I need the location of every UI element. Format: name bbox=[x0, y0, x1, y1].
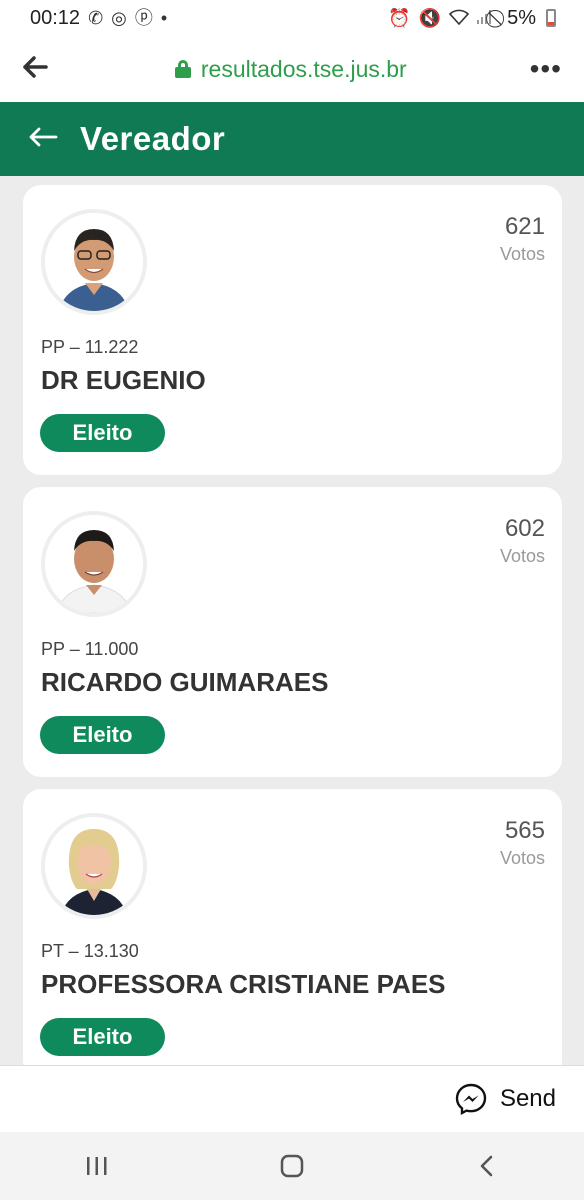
signal-icon bbox=[477, 9, 492, 27]
votes-label: Votos bbox=[499, 244, 545, 264]
home-icon[interactable] bbox=[262, 1146, 322, 1186]
status-right: ⏰ 🔇 ⃠ 5% bbox=[388, 7, 556, 30]
votes-count: 621 bbox=[504, 213, 545, 240]
candidate-name: DR EUGENIO bbox=[41, 365, 206, 395]
candidate-party-number: PT – 13.130 bbox=[41, 941, 139, 961]
back-icon[interactable] bbox=[457, 1146, 517, 1186]
status-badge: Eleito bbox=[40, 1018, 165, 1056]
browser-back-icon[interactable] bbox=[22, 52, 52, 86]
candidate-list: 621 Votos PP – 11.222 DR EUGENIO Eleito … bbox=[23, 185, 562, 1091]
app-icon: ◎ bbox=[111, 8, 127, 28]
status-badge: Eleito bbox=[40, 414, 165, 452]
lock-icon bbox=[174, 60, 191, 78]
browser-url-bar: resultados.tse.jus.br ••• bbox=[0, 36, 584, 102]
send-bar: Send bbox=[0, 1065, 584, 1132]
alarm-icon: ⏰ bbox=[388, 8, 411, 28]
page-title: Vereador bbox=[80, 120, 226, 157]
candidate-party-number: PP – 11.222 bbox=[41, 337, 139, 357]
dot-icon: • bbox=[160, 8, 168, 28]
candidate-photo bbox=[41, 209, 147, 315]
whatsapp-icon: ✆ bbox=[88, 8, 104, 28]
candidate-party-number: PP – 11.000 bbox=[41, 639, 139, 659]
candidate-name: PROFESSORA CRISTIANE PAES bbox=[41, 969, 446, 999]
status-bar: 00:12 ✆ ◎ ⓟ • ⏰ 🔇 ⃠ 5% bbox=[0, 0, 584, 36]
candidate-name: RICARDO GUIMARAES bbox=[41, 667, 329, 697]
candidate-photo bbox=[41, 813, 147, 919]
wifi-icon bbox=[448, 9, 470, 28]
system-nav-bar bbox=[0, 1132, 584, 1200]
battery-percent: 5% bbox=[507, 6, 536, 29]
status-left: 00:12 ✆ ◎ ⓟ • bbox=[30, 7, 167, 30]
url-text[interactable]: resultados.tse.jus.br bbox=[201, 56, 407, 83]
votes-count: 565 bbox=[504, 817, 545, 844]
votes-label: Votos bbox=[499, 848, 545, 868]
candidate-photo bbox=[41, 511, 147, 617]
app-header: Vereador bbox=[0, 102, 584, 176]
messenger-icon[interactable] bbox=[454, 1082, 488, 1116]
send-button[interactable]: Send bbox=[500, 1085, 556, 1113]
candidate-card[interactable]: 565 Votos PT – 13.130 PROFESSORA CRISTIA… bbox=[23, 789, 562, 1079]
pinterest-icon: ⓟ bbox=[134, 8, 153, 28]
status-time: 00:12 bbox=[30, 6, 81, 29]
recent-apps-icon[interactable] bbox=[67, 1146, 127, 1186]
mute-icon: 🔇 bbox=[418, 8, 442, 28]
votes-count: 602 bbox=[504, 515, 545, 542]
battery-icon bbox=[546, 9, 556, 27]
votes-label: Votos bbox=[499, 546, 545, 566]
more-options-icon[interactable]: ••• bbox=[530, 53, 562, 85]
candidate-card[interactable]: 602 Votos PP – 11.000 RICARDO GUIMARAES … bbox=[23, 487, 562, 777]
url-field[interactable]: resultados.tse.jus.br bbox=[174, 56, 407, 83]
status-badge: Eleito bbox=[40, 716, 165, 754]
candidate-card[interactable]: 621 Votos PP – 11.222 DR EUGENIO Eleito bbox=[23, 185, 562, 475]
back-arrow-icon[interactable] bbox=[28, 122, 58, 156]
